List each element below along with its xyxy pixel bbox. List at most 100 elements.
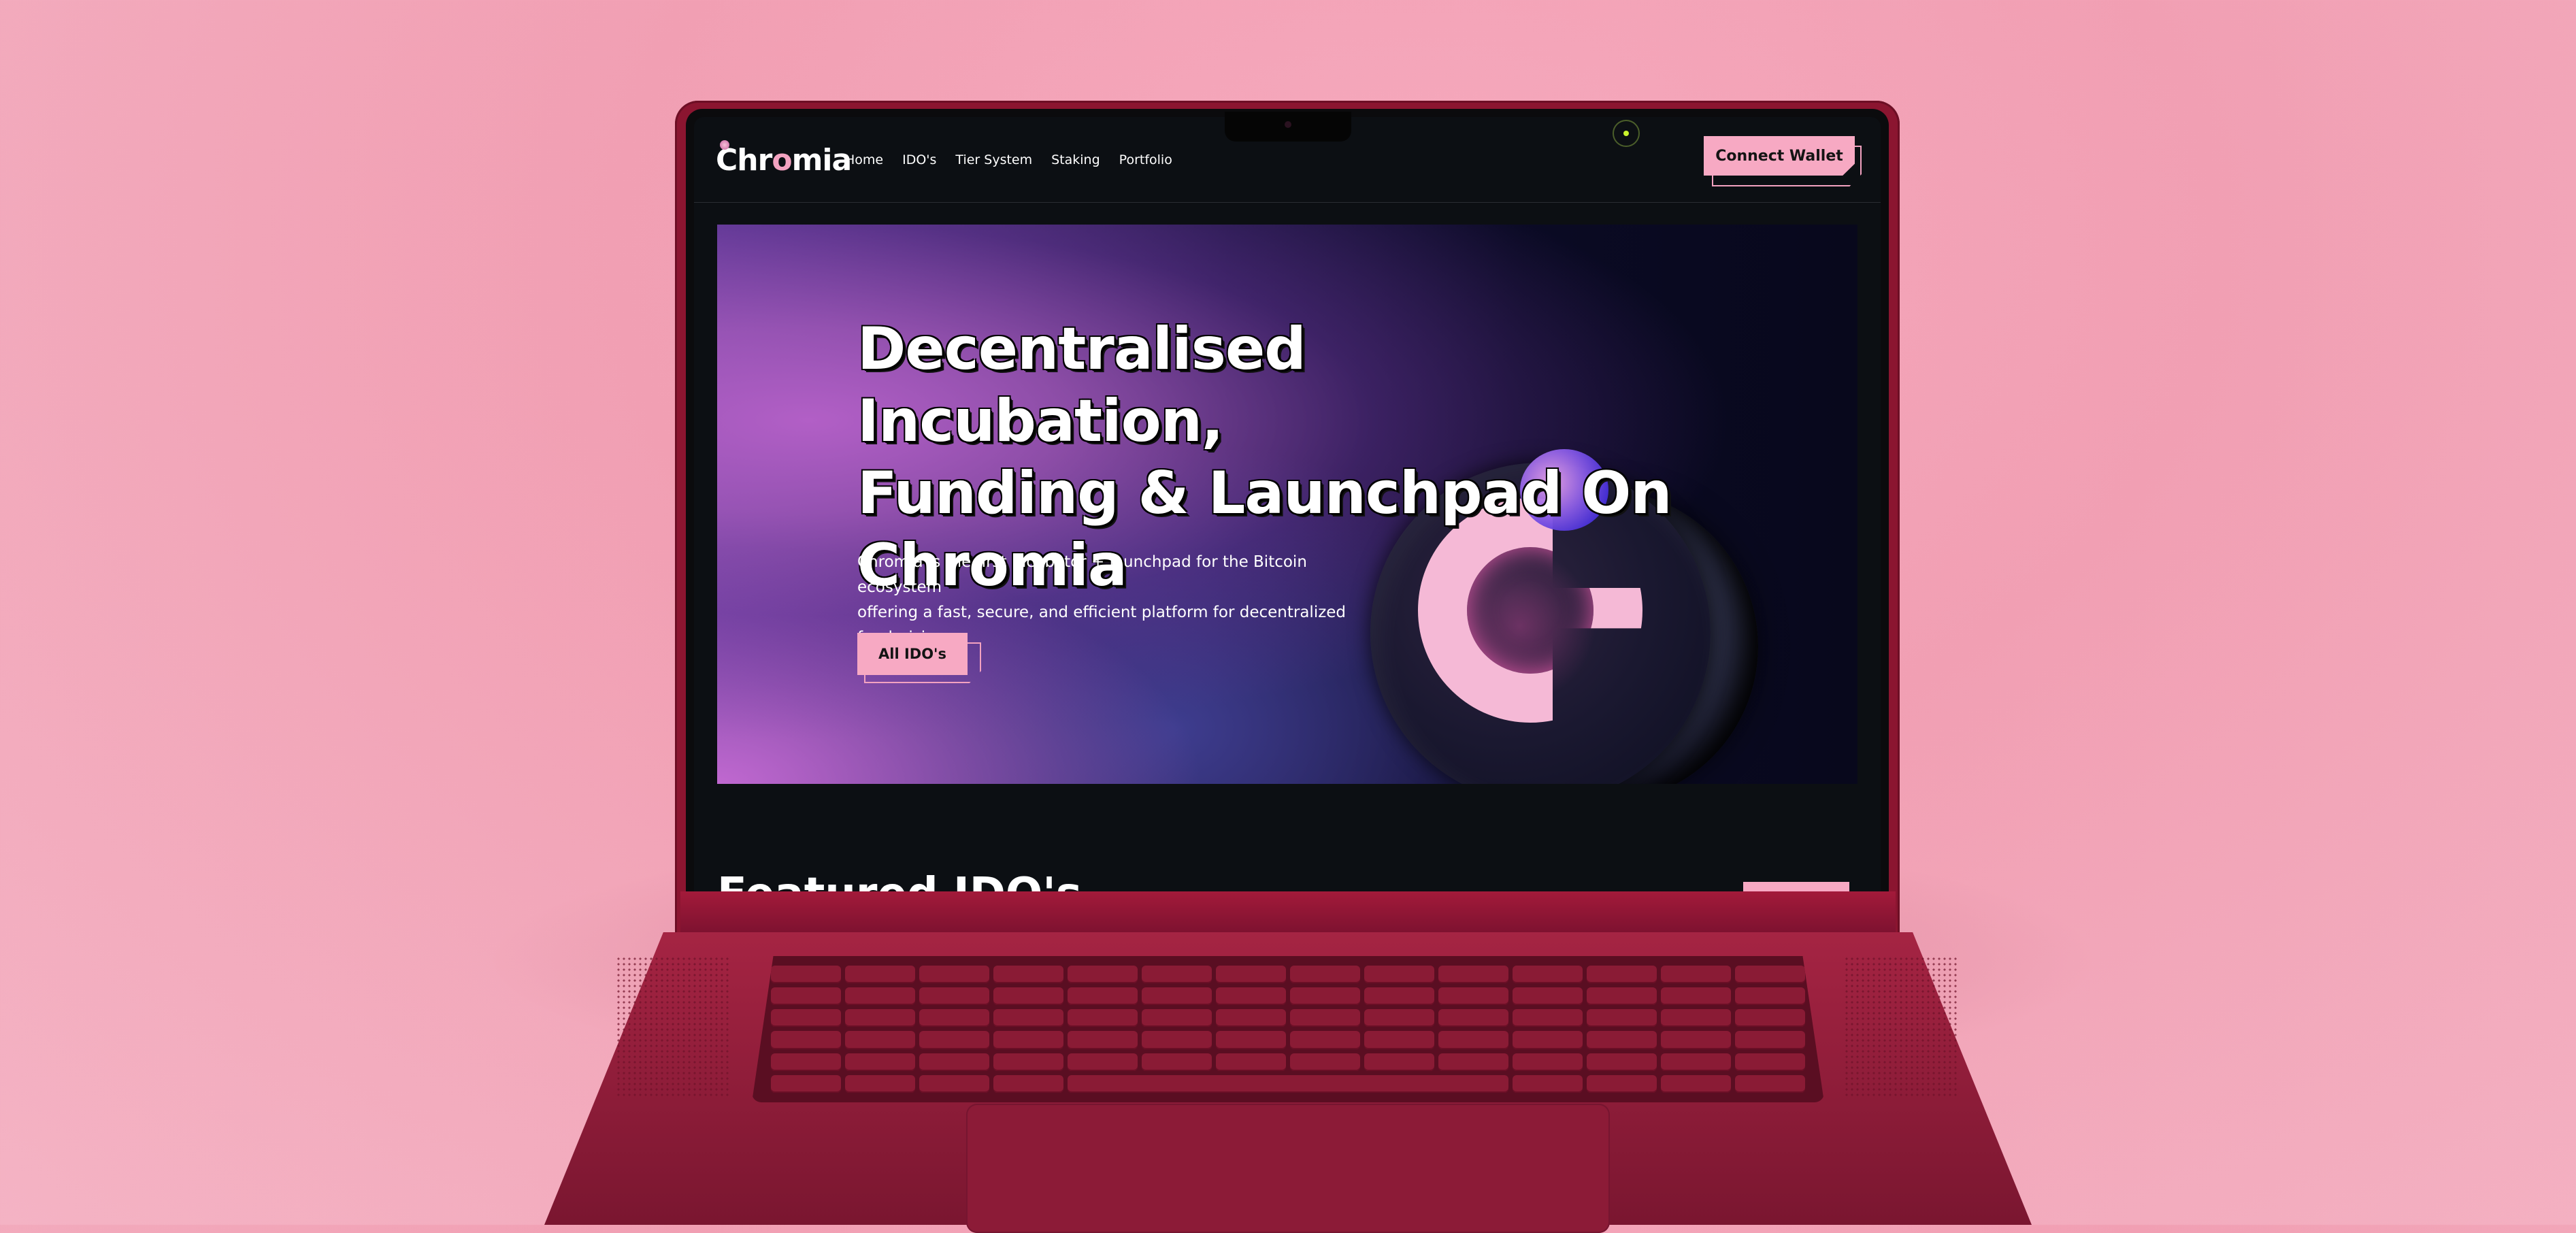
key bbox=[1142, 1009, 1212, 1028]
key bbox=[1735, 1053, 1805, 1071]
key bbox=[1438, 1053, 1508, 1071]
key bbox=[919, 1009, 989, 1028]
key bbox=[1290, 987, 1360, 1006]
key bbox=[1142, 1053, 1212, 1071]
key bbox=[771, 1009, 841, 1028]
key bbox=[845, 1074, 915, 1093]
key bbox=[771, 987, 841, 1006]
key bbox=[771, 1031, 841, 1049]
key bbox=[993, 966, 1063, 984]
key bbox=[1364, 1053, 1434, 1071]
nav-item-tier-system[interactable]: Tier System bbox=[955, 152, 1032, 167]
nav-item-staking[interactable]: Staking bbox=[1051, 152, 1100, 167]
key bbox=[1142, 966, 1212, 984]
key bbox=[1513, 966, 1583, 984]
hero-title-line2: Funding & Launchpad On bbox=[857, 459, 1672, 527]
key bbox=[1216, 966, 1286, 984]
key bbox=[845, 1031, 915, 1049]
all-idos-wrapper: All IDO's bbox=[857, 633, 987, 685]
key bbox=[1068, 966, 1138, 984]
keyboard bbox=[752, 956, 1824, 1102]
key bbox=[1068, 1031, 1138, 1049]
key bbox=[1438, 966, 1508, 984]
key bbox=[919, 1053, 989, 1071]
key bbox=[993, 1053, 1063, 1071]
key bbox=[919, 987, 989, 1006]
status-dot-icon bbox=[1613, 120, 1640, 147]
key bbox=[845, 1009, 915, 1028]
laptop-hinge bbox=[680, 891, 1896, 932]
key bbox=[1142, 987, 1212, 1006]
nav-item-home[interactable]: Home bbox=[845, 152, 883, 167]
nav-item-portfolio[interactable]: Portfolio bbox=[1119, 152, 1172, 167]
key bbox=[1735, 987, 1805, 1006]
key bbox=[1513, 1031, 1583, 1049]
key bbox=[1068, 1009, 1138, 1028]
key bbox=[1661, 1009, 1731, 1028]
key bbox=[1068, 987, 1138, 1006]
key bbox=[845, 1053, 915, 1071]
key bbox=[1661, 966, 1731, 984]
key bbox=[1587, 1009, 1657, 1028]
hero-banner: Decentralised Incubation, Funding & Laun… bbox=[717, 225, 1857, 784]
camera-icon bbox=[1285, 121, 1291, 128]
key bbox=[771, 966, 841, 984]
key bbox=[993, 1074, 1063, 1093]
key bbox=[1587, 1031, 1657, 1049]
key bbox=[1216, 1053, 1286, 1071]
key bbox=[919, 966, 989, 984]
browser-screen: Chromia Home IDO's Tier System Staking P… bbox=[694, 117, 1881, 891]
key bbox=[1587, 1074, 1657, 1093]
key bbox=[1735, 1074, 1805, 1093]
hero-description-line1: Chromia is the first Incubator + launchp… bbox=[857, 553, 1307, 596]
key bbox=[993, 1031, 1063, 1049]
connect-wallet-button[interactable]: Connect Wallet bbox=[1704, 136, 1855, 176]
key bbox=[1587, 966, 1657, 984]
key bbox=[845, 966, 915, 984]
key bbox=[1364, 1031, 1434, 1049]
key bbox=[1438, 1009, 1508, 1028]
key bbox=[1364, 966, 1434, 984]
key bbox=[1513, 987, 1583, 1006]
key bbox=[1142, 1031, 1212, 1049]
key bbox=[1068, 1053, 1138, 1071]
key bbox=[1290, 966, 1360, 984]
key bbox=[1513, 1074, 1583, 1093]
logo-dot-icon bbox=[720, 140, 729, 150]
key bbox=[1290, 1031, 1360, 1049]
key bbox=[845, 987, 915, 1006]
featured-view-all-button[interactable] bbox=[1743, 882, 1849, 891]
key bbox=[1661, 1074, 1731, 1093]
key bbox=[1513, 1009, 1583, 1028]
nav-menu: Home IDO's Tier System Staking Portfolio bbox=[845, 152, 1172, 167]
key bbox=[1661, 1031, 1731, 1049]
speaker-grille-right bbox=[1844, 956, 1960, 1099]
nav-item-idos[interactable]: IDO's bbox=[902, 152, 936, 167]
key bbox=[1216, 1009, 1286, 1028]
key bbox=[1290, 1053, 1360, 1071]
trackpad bbox=[966, 1104, 1610, 1233]
key bbox=[1587, 987, 1657, 1006]
key bbox=[1290, 1009, 1360, 1028]
featured-idos-heading: Featured IDO's bbox=[717, 872, 1082, 891]
key bbox=[771, 1053, 841, 1071]
key bbox=[1438, 987, 1508, 1006]
key bbox=[771, 1074, 841, 1093]
key bbox=[919, 1074, 989, 1093]
hero-title-line1: Decentralised Incubation, bbox=[857, 315, 1306, 455]
brand-name-part3: mia bbox=[791, 143, 853, 178]
key bbox=[1216, 987, 1286, 1006]
key bbox=[993, 987, 1063, 1006]
key bbox=[919, 1031, 989, 1049]
connect-wallet-wrapper: Connect Wallet bbox=[1704, 136, 1862, 186]
key bbox=[1438, 1031, 1508, 1049]
spacebar bbox=[1068, 1074, 1508, 1093]
key bbox=[1735, 966, 1805, 984]
key bbox=[1364, 1009, 1434, 1028]
speaker-grille-left bbox=[616, 956, 731, 1099]
key bbox=[1735, 1031, 1805, 1049]
key bbox=[1364, 987, 1434, 1006]
key bbox=[1735, 1009, 1805, 1028]
all-idos-button[interactable]: All IDO's bbox=[857, 633, 968, 675]
brand-logo[interactable]: Chromia bbox=[716, 143, 853, 178]
